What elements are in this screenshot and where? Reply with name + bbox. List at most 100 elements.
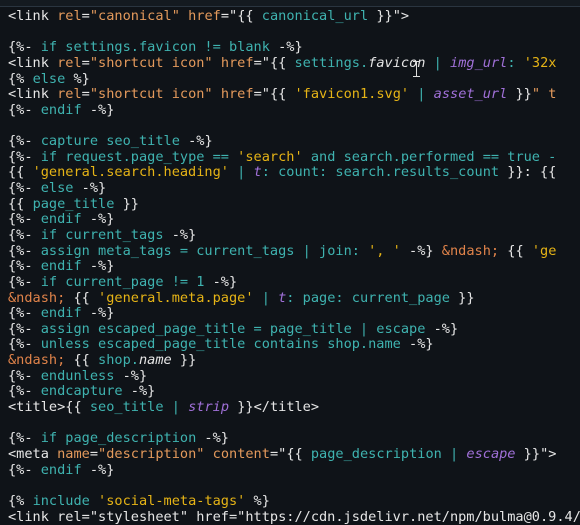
code-token: {%- <box>8 102 41 118</box>
code-token: &ndash; <box>434 243 499 259</box>
code-token <box>213 86 221 102</box>
code-line[interactable]: {%- capture seo_title -%} <box>8 134 580 150</box>
code-token: = <box>82 8 90 24</box>
code-line[interactable] <box>8 118 580 134</box>
code-token: href <box>221 55 254 71</box>
code-line[interactable]: {%- else -%} <box>8 181 580 197</box>
code-line[interactable] <box>8 416 580 432</box>
code-line[interactable] <box>8 25 580 41</box>
code-line[interactable]: {%- if current_tags -%} <box>8 228 580 244</box>
code-token: if current_tags <box>41 227 164 243</box>
code-line[interactable]: {{ page_title }} <box>8 197 580 213</box>
code-token: -%} <box>74 180 107 196</box>
code-line[interactable]: &ndash; {{ 'general.meta.page' | t: page… <box>8 291 580 307</box>
code-token: {%- <box>8 430 41 446</box>
code-token: "shortcut icon" <box>90 55 213 71</box>
code-token: &ndash; <box>8 290 65 306</box>
code-line[interactable]: <meta name="description" content="{{ pag… <box>8 447 580 463</box>
code-token: {%- <box>8 39 41 55</box>
code-token: capture seo_title <box>41 133 180 149</box>
code-token: }} <box>114 196 139 212</box>
code-token: {{ <box>8 196 33 212</box>
code-token: seo_title <box>90 399 164 415</box>
code-token <box>180 8 188 24</box>
code-token: -%} <box>123 383 156 399</box>
code-token: include <box>33 493 90 509</box>
editor-top-border <box>0 0 580 7</box>
code-token: }} <box>172 352 197 368</box>
code-token: name <box>57 446 90 462</box>
code-line[interactable]: {{ 'general.search.heading' | t: count: … <box>8 165 580 181</box>
code-token: -%} <box>82 258 115 274</box>
code-token: settings. <box>295 55 369 71</box>
code-token: strip <box>188 399 229 415</box>
code-line[interactable]: {%- endif -%} <box>8 259 580 275</box>
code-token: -%} <box>180 133 213 149</box>
code-line[interactable]: {%- if current_page != 1 -%} <box>8 275 580 291</box>
code-token: {{ <box>65 290 98 306</box>
code-line[interactable]: <title>{{ seo_title | strip }}</title> <box>8 400 580 416</box>
code-line[interactable]: {%- endif -%} <box>8 103 580 119</box>
code-token: endunless <box>41 368 115 384</box>
code-line[interactable]: <link rel="shortcut icon" href="{{ setti… <box>8 56 580 72</box>
code-line[interactable]: {%- if page_description -%} <box>8 431 580 447</box>
code-token: 'social-meta-tags' <box>98 493 245 509</box>
code-token: {{ <box>286 446 311 462</box>
code-line[interactable]: {%- if settings.favicon != blank -%} <box>8 40 580 56</box>
code-token: endif <box>41 462 82 478</box>
code-token: rel <box>57 55 82 71</box>
code-token: content <box>213 446 270 462</box>
code-line[interactable]: {% include 'social-meta-tags' %} <box>8 494 580 510</box>
code-token: href <box>188 8 221 24</box>
code-token: if settings.favicon != blank <box>41 39 270 55</box>
code-token <box>213 55 221 71</box>
code-token: -%} <box>82 462 115 478</box>
code-token: 'general.meta.page' <box>98 290 254 306</box>
code-line[interactable]: <link rel="canonical" href="{{ canonical… <box>8 9 580 25</box>
code-token: t <box>254 164 262 180</box>
code-line[interactable]: {%- endif -%} <box>8 212 580 228</box>
code-token: {%- <box>8 133 41 149</box>
code-line[interactable]: {%- endunless -%} <box>8 369 580 385</box>
code-token: {%- <box>8 149 41 165</box>
code-token: and search.performed == true - <box>303 149 557 165</box>
code-line[interactable]: {%- endif -%} <box>8 463 580 479</box>
code-token: rel <box>57 86 82 102</box>
code-token: "description" <box>98 446 204 462</box>
code-token: name <box>139 352 172 368</box>
code-line[interactable]: &ndash; {{ shop.name }} <box>8 353 580 369</box>
code-token: </title> <box>254 399 319 415</box>
code-token: {%- <box>8 211 41 227</box>
code-token: -%} <box>401 336 434 352</box>
code-line[interactable]: {%- unless escaped_page_title contains s… <box>8 337 580 353</box>
code-token: {%- <box>8 368 41 384</box>
code-token: -%} <box>82 102 115 118</box>
code-token: %} <box>65 71 90 87</box>
code-token: if page_description <box>41 430 197 446</box>
code-token: | <box>425 55 450 71</box>
code-token <box>90 493 98 509</box>
code-line[interactable]: {%- assign meta_tags = current_tags | jo… <box>8 244 580 260</box>
code-token: &ndash; <box>8 352 65 368</box>
code-token: '32x <box>524 55 557 71</box>
code-token: endcapture <box>41 383 123 399</box>
code-token: {{ <box>65 352 98 368</box>
code-token: =" <box>270 446 286 462</box>
code-line[interactable]: <link rel="shortcut icon" href="{{ 'favi… <box>8 87 580 103</box>
code-token: else <box>33 71 66 87</box>
code-token: ', ' <box>368 243 401 259</box>
code-line[interactable]: {%- endcapture -%} <box>8 384 580 400</box>
code-line[interactable]: {%- if request.page_type == 'search' and… <box>8 150 580 166</box>
code-line[interactable]: {%- endif -%} <box>8 306 580 322</box>
code-token: assign meta_tags = current_tags | join: <box>41 243 368 259</box>
code-token: -%} <box>82 211 115 227</box>
code-token: | <box>442 446 467 462</box>
code-line[interactable]: {%- assign escaped_page_title = page_tit… <box>8 322 580 338</box>
code-line[interactable]: {% else %} <box>8 72 580 88</box>
code-editor[interactable]: <link rel="canonical" href="{{ canonical… <box>8 9 580 525</box>
code-line[interactable] <box>8 478 580 494</box>
code-token: }} <box>368 8 393 24</box>
code-token: : <box>507 55 523 71</box>
code-token: {%- <box>8 227 41 243</box>
code-token: assign escaped_page_title = page_title |… <box>41 321 426 337</box>
